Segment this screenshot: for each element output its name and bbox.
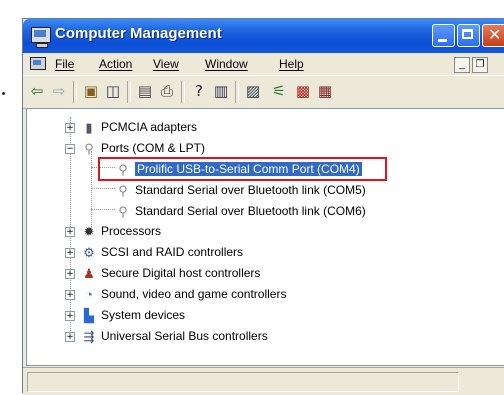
show-hide-tree-icon[interactable]: ◫ bbox=[103, 82, 123, 100]
menu-file[interactable]: File bbox=[55, 57, 74, 71]
menu-bar: File Action View Window Help _ ❐ bbox=[23, 53, 504, 75]
usb-icon: ⇶ bbox=[83, 328, 95, 344]
expand-toggle[interactable]: + bbox=[65, 123, 75, 133]
disable-icon[interactable]: ▦ bbox=[315, 82, 335, 100]
scan-hardware-icon[interactable]: ▨ bbox=[243, 82, 263, 100]
scsi-controller-icon: ⚙ bbox=[83, 244, 95, 260]
tree-connector bbox=[91, 151, 92, 229]
status-bar bbox=[23, 367, 504, 395]
menu-action[interactable]: Action bbox=[99, 57, 132, 71]
mdi-minimize-button[interactable]: _ bbox=[454, 57, 470, 73]
computer-management-icon bbox=[31, 27, 51, 48]
expand-toggle[interactable]: + bbox=[65, 332, 75, 342]
expand-toggle[interactable]: + bbox=[65, 290, 75, 300]
expand-toggle[interactable]: + bbox=[65, 269, 75, 279]
computer-management-window: Computer Management File Action View Win… bbox=[22, 18, 504, 395]
processor-icon: ✹ bbox=[83, 223, 95, 239]
toolbar-separator bbox=[235, 81, 239, 103]
sd-host-icon: ♟ bbox=[83, 265, 95, 281]
status-cell bbox=[27, 372, 459, 392]
port-connector-icon: ⚲ bbox=[118, 203, 128, 219]
tree-item-sound-video-game[interactable]: ◔ Sound, video and game controllers bbox=[81, 284, 286, 304]
help-icon[interactable]: ? bbox=[189, 82, 209, 100]
properties-icon[interactable]: ▤ bbox=[135, 82, 155, 100]
port-connector-icon: ⚲ bbox=[84, 140, 94, 156]
tree-item-processors[interactable]: ✹ Processors bbox=[81, 221, 161, 241]
mdi-controls: _ ❐ bbox=[454, 56, 490, 73]
expand-toggle[interactable]: + bbox=[65, 311, 75, 321]
tree-connector bbox=[91, 209, 115, 210]
maximize-button[interactable] bbox=[457, 24, 480, 47]
update-driver-icon[interactable]: ⚟ bbox=[269, 82, 289, 100]
system-device-icon: ▙ bbox=[84, 307, 94, 323]
toolbar: ⇦ ⇨ ▣ ◫ ▤ ⎙ ? ▥ ▨ ⚟ ▩ ▦ bbox=[23, 75, 504, 109]
tree-item-secure-digital[interactable]: ♟ Secure Digital host controllers bbox=[81, 263, 260, 283]
toolbar-separator bbox=[127, 81, 131, 103]
toolbar-separator bbox=[73, 81, 77, 103]
tree-item-pcmcia[interactable]: ▮ PCMCIA adapters bbox=[81, 117, 197, 137]
window-title: Computer Management bbox=[55, 25, 222, 42]
tree-item-bluetooth-com6[interactable]: ⚲ Standard Serial over Bluetooth link (CO… bbox=[115, 201, 366, 221]
tree-item-bluetooth-com5[interactable]: ⚲ Standard Serial over Bluetooth link (CO… bbox=[115, 180, 366, 200]
mdi-restore-button[interactable]: ❐ bbox=[472, 57, 488, 73]
print-icon[interactable]: ⎙ bbox=[157, 82, 177, 100]
stray-dot bbox=[2, 92, 5, 95]
minimize-button[interactable] bbox=[432, 24, 455, 47]
tree-item-usb-controllers[interactable]: ⇶ Universal Serial Bus controllers bbox=[81, 326, 268, 346]
up-folder-icon[interactable]: ▣ bbox=[81, 82, 101, 100]
collapse-toggle[interactable]: − bbox=[65, 144, 75, 154]
expand-toggle[interactable]: + bbox=[65, 227, 75, 237]
port-connector-icon: ⚲ bbox=[118, 182, 128, 198]
forward-arrow-icon[interactable]: ⇨ bbox=[49, 82, 69, 100]
tree-item-system-devices[interactable]: ▙ System devices bbox=[81, 305, 185, 325]
sound-speaker-icon: ◔ bbox=[85, 286, 93, 302]
pcmcia-card-icon: ▮ bbox=[85, 119, 93, 135]
tree-item-scsi-raid[interactable]: ⚙ SCSI and RAID controllers bbox=[81, 242, 243, 262]
device-tree-pane[interactable]: + ▮ PCMCIA adapters − ⚲ Ports (COM & LPT) … bbox=[26, 108, 504, 366]
back-arrow-icon[interactable]: ⇦ bbox=[27, 82, 47, 100]
menu-view[interactable]: View bbox=[153, 57, 179, 71]
title-bar[interactable]: Computer Management bbox=[23, 19, 504, 53]
tree-connector bbox=[91, 188, 115, 189]
tree-item-ports[interactable]: ⚲ Ports (COM & LPT) bbox=[81, 138, 205, 158]
menu-help[interactable]: Help bbox=[279, 57, 304, 71]
console-icon[interactable]: ▥ bbox=[211, 82, 231, 100]
toolbar-separator bbox=[181, 81, 185, 103]
highlight-box bbox=[98, 157, 387, 181]
system-menu-icon[interactable] bbox=[30, 57, 46, 70]
menu-window[interactable]: Window bbox=[205, 57, 248, 71]
uninstall-icon[interactable]: ▩ bbox=[293, 82, 313, 100]
close-button[interactable] bbox=[482, 24, 504, 47]
expand-toggle[interactable]: + bbox=[65, 248, 75, 258]
